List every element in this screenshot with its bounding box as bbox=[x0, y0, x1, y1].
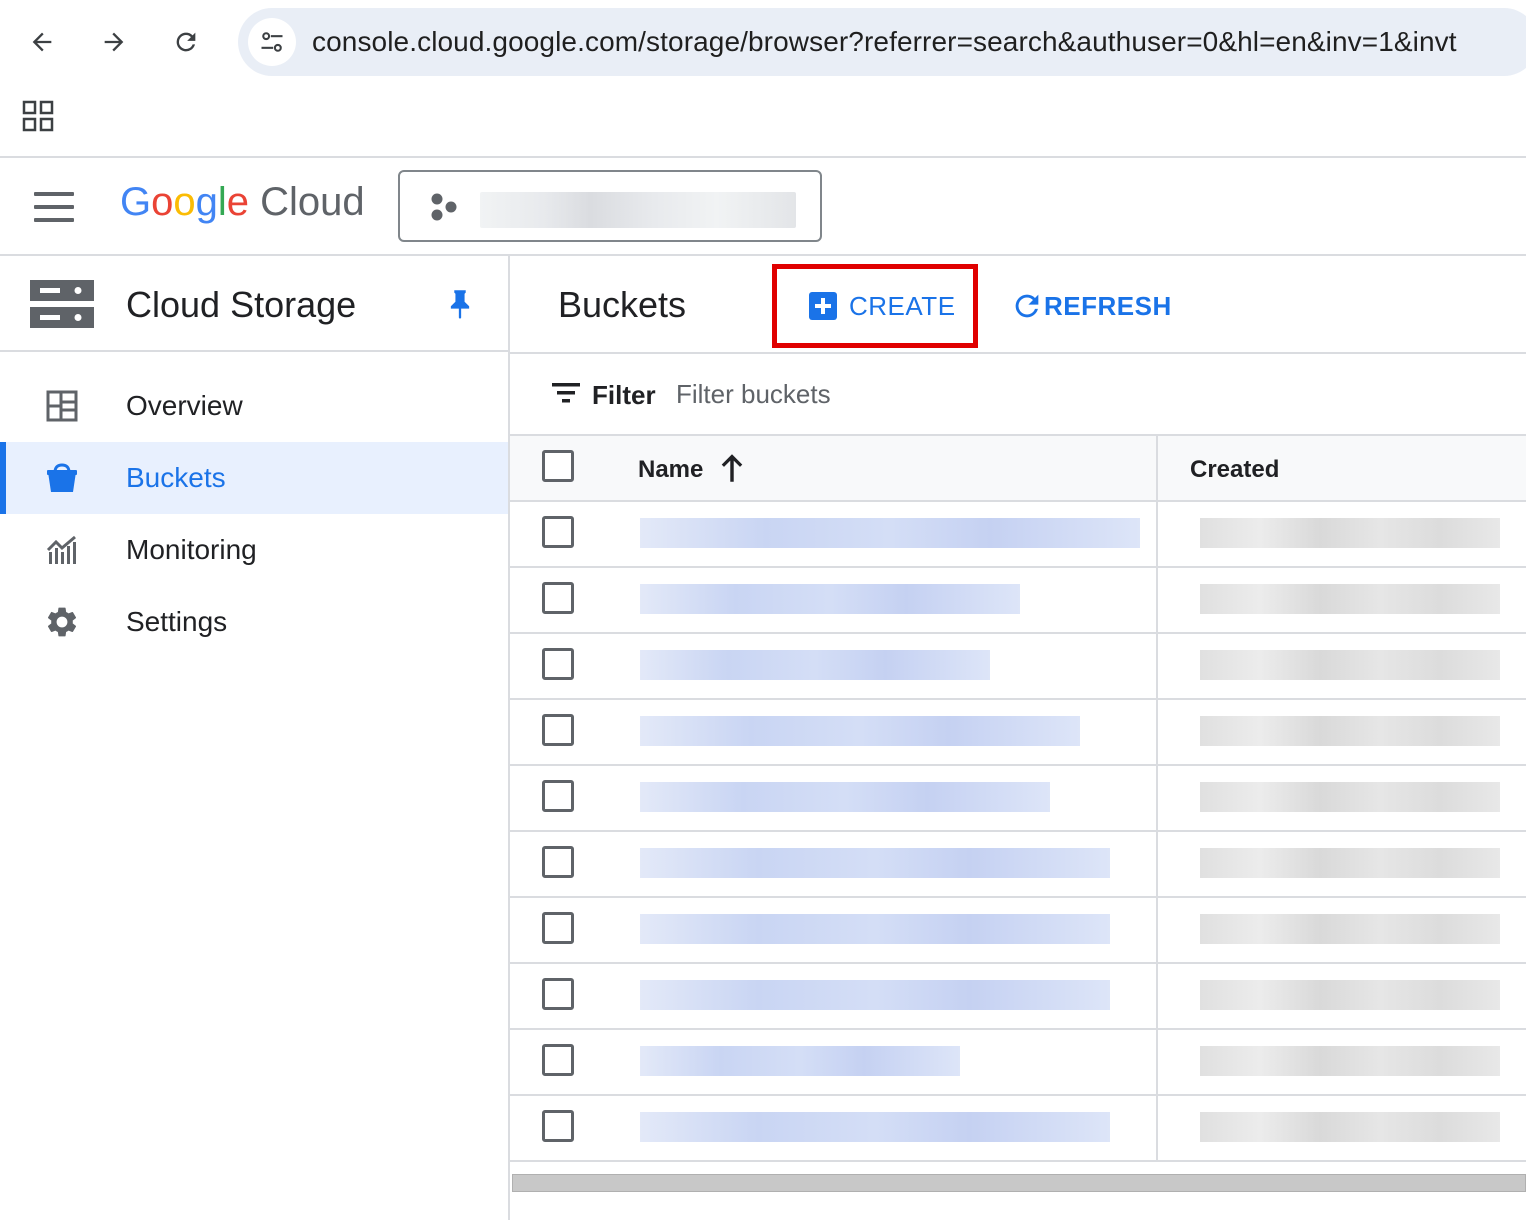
table-row[interactable] bbox=[510, 502, 1526, 568]
created-date-redacted bbox=[1200, 518, 1500, 548]
console-header: Google Cloud bbox=[0, 158, 1526, 254]
table-row[interactable] bbox=[510, 700, 1526, 766]
column-header-created[interactable]: Created bbox=[1190, 456, 1279, 484]
sidebar-item-settings[interactable]: Settings bbox=[0, 586, 508, 658]
row-checkbox[interactable] bbox=[542, 978, 574, 1010]
refresh-button[interactable]: REFRESH bbox=[1010, 286, 1172, 326]
created-date-redacted bbox=[1200, 650, 1500, 680]
row-checkbox[interactable] bbox=[542, 912, 574, 944]
forward-button[interactable] bbox=[94, 22, 134, 62]
create-label: CREATE bbox=[849, 290, 956, 321]
sidebar-item-label: Monitoring bbox=[126, 534, 257, 565]
sidebar-item-label: Settings bbox=[126, 606, 228, 637]
row-checkbox[interactable] bbox=[542, 1110, 574, 1142]
created-date-redacted bbox=[1200, 980, 1500, 1010]
created-date-redacted bbox=[1200, 848, 1500, 878]
sidebar-item-label: Buckets bbox=[126, 462, 226, 493]
url-text: console.cloud.google.com/storage/browser… bbox=[312, 26, 1457, 57]
product-title: Cloud Storage bbox=[126, 284, 357, 325]
menu-bar bbox=[34, 205, 74, 209]
table-row[interactable] bbox=[510, 634, 1526, 700]
bucket-name-redacted[interactable] bbox=[640, 1112, 1110, 1142]
bucket-name-redacted[interactable] bbox=[640, 848, 1110, 878]
sidebar-item-buckets[interactable]: Buckets bbox=[0, 442, 508, 514]
main-menu-button[interactable] bbox=[34, 192, 74, 222]
table-header: Name Created bbox=[510, 436, 1526, 502]
monitoring-icon bbox=[46, 535, 76, 564]
created-date-redacted bbox=[1200, 584, 1500, 614]
main-content: Buckets CREATE REFRESH Filter Name Creat… bbox=[510, 256, 1526, 1220]
select-all-checkbox[interactable] bbox=[542, 450, 574, 482]
row-checkbox[interactable] bbox=[542, 648, 574, 680]
row-checkbox[interactable] bbox=[542, 516, 574, 548]
table-row[interactable] bbox=[510, 1096, 1526, 1162]
created-date-redacted bbox=[1200, 1112, 1500, 1142]
project-icon bbox=[431, 193, 457, 221]
menu-bar bbox=[34, 192, 74, 196]
apps-grid-icon[interactable] bbox=[22, 100, 54, 132]
browser-toolbar: console.cloud.google.com/storage/browser… bbox=[0, 0, 1526, 84]
sidebar-item-monitoring[interactable]: Monitoring bbox=[0, 514, 508, 586]
project-name-redacted bbox=[480, 192, 796, 228]
column-header-name[interactable]: Name bbox=[638, 456, 703, 484]
table-row[interactable] bbox=[510, 766, 1526, 832]
bucket-name-redacted[interactable] bbox=[640, 518, 1140, 548]
back-button[interactable] bbox=[22, 22, 62, 62]
table-row[interactable] bbox=[510, 898, 1526, 964]
arrow-up-icon[interactable] bbox=[718, 452, 746, 484]
bucket-icon bbox=[47, 463, 77, 492]
filter-icon bbox=[552, 383, 580, 403]
filter-buckets-input[interactable] bbox=[676, 376, 1276, 412]
google-cloud-logo[interactable]: Google Cloud bbox=[120, 180, 365, 225]
add-box-icon bbox=[809, 292, 837, 320]
table-row[interactable] bbox=[510, 964, 1526, 1030]
bucket-name-redacted[interactable] bbox=[640, 914, 1110, 944]
sidebar-item-label: Overview bbox=[126, 390, 243, 421]
table-row[interactable] bbox=[510, 568, 1526, 634]
created-date-redacted bbox=[1200, 1046, 1500, 1076]
filter-label: Filter bbox=[592, 380, 656, 410]
horizontal-scrollbar[interactable] bbox=[512, 1174, 1526, 1192]
row-checkbox[interactable] bbox=[542, 1044, 574, 1076]
refresh-icon bbox=[1015, 294, 1039, 318]
created-date-redacted bbox=[1200, 782, 1500, 812]
table-row[interactable] bbox=[510, 832, 1526, 898]
bucket-name-redacted[interactable] bbox=[640, 650, 990, 680]
menu-bar bbox=[34, 218, 74, 222]
reload-button[interactable] bbox=[166, 22, 206, 62]
tune-icon bbox=[261, 32, 283, 52]
sidebar-item-overview[interactable]: Overview bbox=[0, 370, 508, 442]
created-date-redacted bbox=[1200, 716, 1500, 746]
arrow-right-icon bbox=[104, 32, 124, 52]
project-picker[interactable] bbox=[398, 170, 822, 242]
created-date-redacted bbox=[1200, 914, 1500, 944]
row-checkbox[interactable] bbox=[542, 846, 574, 878]
storage-icon bbox=[30, 280, 94, 328]
dashboard-icon bbox=[46, 390, 78, 422]
row-checkbox[interactable] bbox=[542, 582, 574, 614]
site-info-button[interactable] bbox=[248, 18, 296, 66]
bucket-name-redacted[interactable] bbox=[640, 1046, 960, 1076]
product-header: Cloud Storage bbox=[0, 256, 508, 352]
bucket-name-redacted[interactable] bbox=[640, 584, 1020, 614]
gear-icon bbox=[47, 607, 77, 637]
table-row[interactable] bbox=[510, 1030, 1526, 1096]
bookmarks-bar bbox=[0, 84, 1526, 156]
reload-icon bbox=[176, 32, 196, 52]
create-bucket-button[interactable]: CREATE bbox=[772, 264, 978, 348]
refresh-label: REFRESH bbox=[1044, 290, 1172, 321]
arrow-left-icon bbox=[32, 32, 52, 52]
address-bar[interactable]: console.cloud.google.com/storage/browser… bbox=[238, 8, 1526, 76]
filter-bar: Filter bbox=[510, 354, 1526, 436]
bucket-name-redacted[interactable] bbox=[640, 716, 1080, 746]
page-title: Buckets bbox=[558, 284, 687, 325]
sidebar: Cloud Storage Overview Buckets Monitorin… bbox=[0, 256, 508, 1220]
row-checkbox[interactable] bbox=[542, 714, 574, 746]
pin-icon[interactable] bbox=[446, 288, 474, 320]
bucket-name-redacted[interactable] bbox=[640, 980, 1110, 1010]
bucket-name-redacted[interactable] bbox=[640, 782, 1050, 812]
row-checkbox[interactable] bbox=[542, 780, 574, 812]
